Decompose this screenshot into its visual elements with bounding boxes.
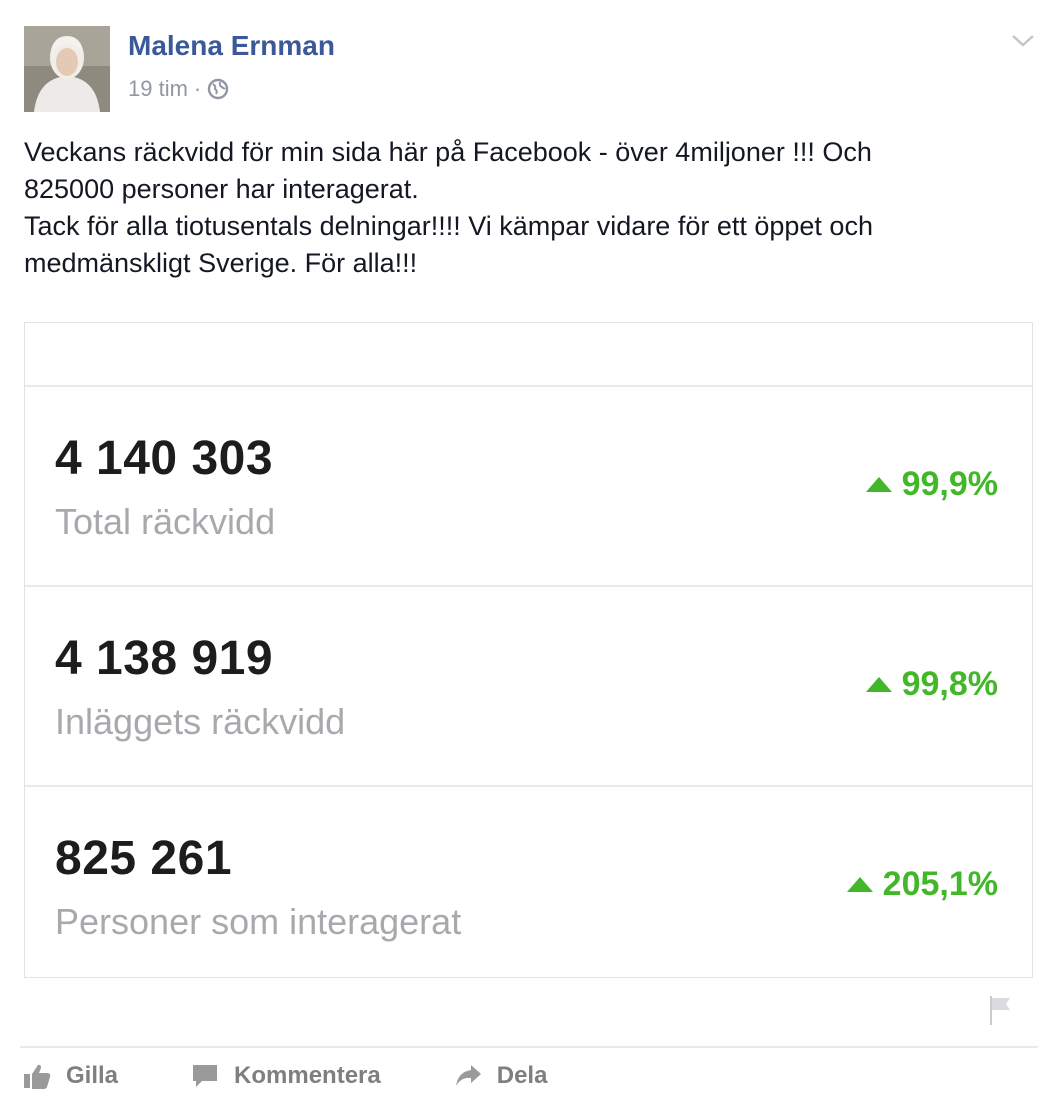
stat-change-value: 99,8% — [901, 665, 998, 703]
stat-label: Personer som interagerat — [55, 901, 462, 942]
like-label: Gilla — [66, 1062, 119, 1089]
stat-change: 99,9% — [865, 465, 998, 504]
stat-engaged-people: 825 261 Personer som interagerat 205,1% — [25, 787, 1032, 975]
triangle-up-icon — [865, 677, 892, 692]
post-text: Veckans räckvidd för min sida här på Fac… — [24, 134, 1024, 282]
share-label: Dela — [496, 1062, 548, 1089]
stat-change-value: 205,1% — [882, 865, 998, 903]
chevron-down-icon[interactable] — [1010, 30, 1036, 52]
globe-icon — [207, 78, 229, 100]
triangle-up-icon — [846, 877, 873, 892]
facebook-post: Malena Ernman 19 tim · Veckans räckvidd … — [0, 0, 1058, 1120]
avatar[interactable] — [24, 26, 110, 112]
comment-icon — [193, 1065, 218, 1087]
post-text-line: Tack för alla tiotusentals delningar!!!!… — [24, 211, 873, 241]
post-text-line: 825000 personer har interagerat. — [24, 174, 419, 204]
stat-change: 205,1% — [846, 865, 998, 904]
stat-change: 99,8% — [865, 665, 998, 704]
share-button[interactable]: Dela — [453, 1062, 548, 1090]
stat-total-reach: 4 140 303 Total räckvidd 99,9% — [25, 387, 1032, 587]
stat-change-value: 99,9% — [901, 465, 998, 503]
stat-value: 4 138 919 — [55, 632, 274, 685]
post-text-line: medmänskligt Sverige. För alla!!! — [24, 248, 418, 278]
action-divider — [20, 1046, 1038, 1048]
author-name[interactable]: Malena Ernman — [128, 30, 335, 62]
action-bar: Gilla Kommentera Dela — [22, 1062, 619, 1090]
stat-post-reach: 4 138 919 Inläggets räckvidd 99,8% — [25, 587, 1032, 787]
meta-separator: · — [193, 76, 202, 101]
triangle-up-icon — [865, 477, 892, 492]
stat-value: 4 140 303 — [55, 432, 274, 485]
like-button[interactable]: Gilla — [22, 1062, 118, 1090]
comment-label: Kommentera — [234, 1062, 381, 1089]
post-text-line: Veckans räckvidd för min sida här på Fac… — [24, 137, 872, 167]
share-icon — [455, 1065, 481, 1086]
stat-label: Total räckvidd — [55, 501, 276, 542]
comment-button[interactable]: Kommentera — [190, 1062, 381, 1090]
flag-icon[interactable] — [988, 994, 1014, 1026]
post-meta: 19 tim · — [128, 76, 229, 102]
stat-value: 825 261 — [55, 832, 233, 885]
card-header — [25, 323, 1032, 387]
stat-label: Inläggets räckvidd — [55, 701, 346, 742]
post-time[interactable]: 19 tim — [128, 76, 188, 102]
like-icon — [24, 1064, 51, 1089]
stats-card[interactable]: 4 140 303 Total räckvidd 99,9% 4 138 919… — [24, 322, 1033, 978]
avatar-photo — [24, 26, 110, 112]
